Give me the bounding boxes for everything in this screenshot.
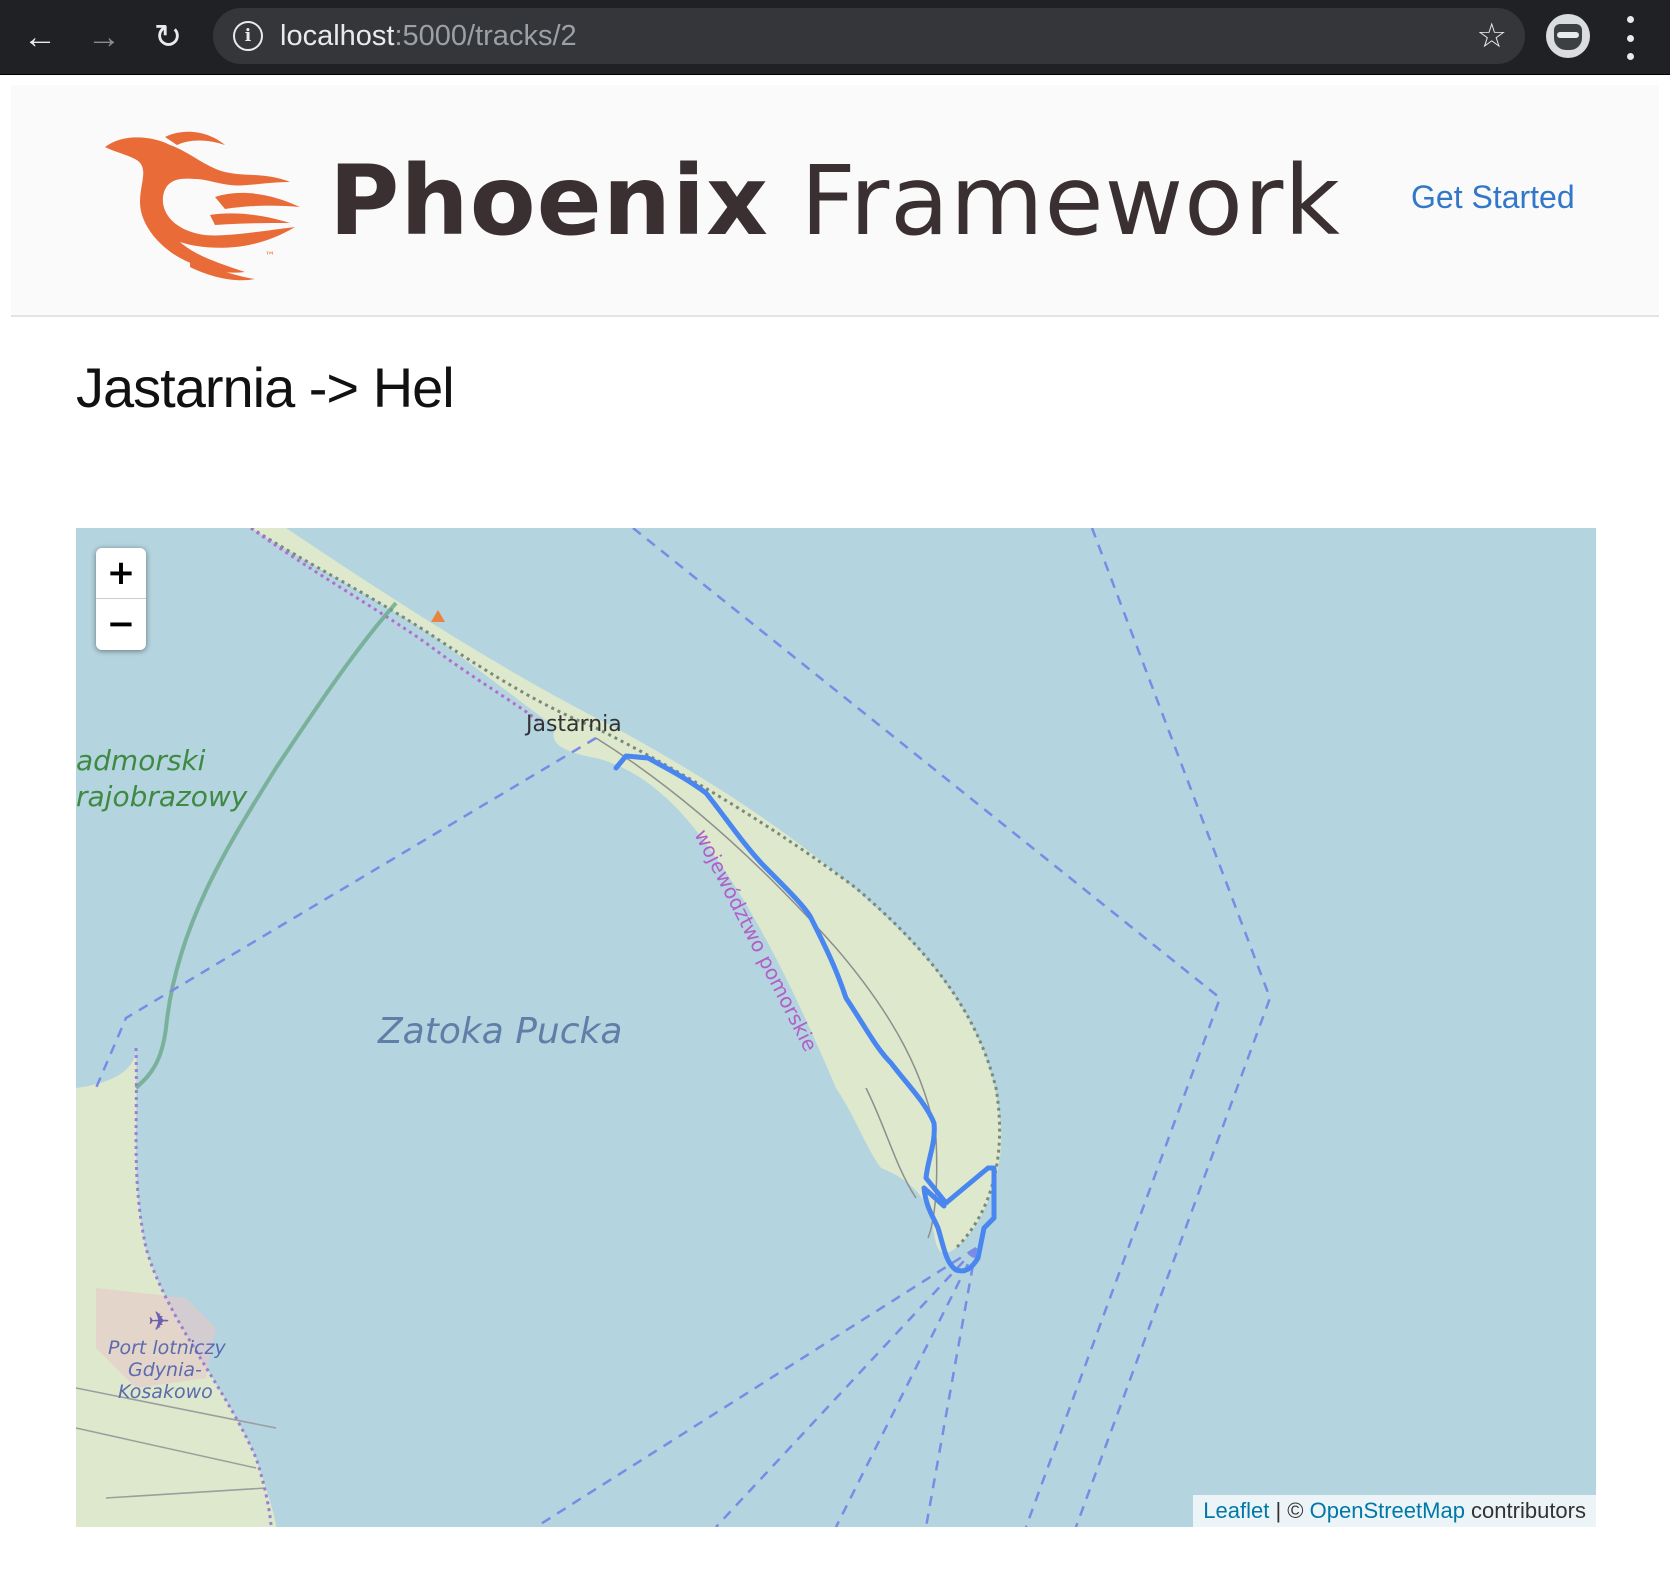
- svg-text:™: ™: [265, 251, 275, 262]
- label-jastarnia: Jastarnia: [524, 712, 622, 737]
- kebab-menu-icon[interactable]: [1620, 16, 1640, 60]
- zoom-out-button[interactable]: −: [96, 599, 146, 649]
- info-icon[interactable]: i: [233, 21, 263, 51]
- browser-toolbar: ← → ↻ i localhost:5000/tracks/2 ☆: [0, 0, 1670, 75]
- attribution-contributors: contributors: [1464, 1498, 1586, 1523]
- avatar-eyes: [1557, 32, 1579, 38]
- leaflet-link[interactable]: Leaflet: [1203, 1498, 1269, 1523]
- zoom-in-button[interactable]: +: [96, 548, 146, 599]
- zoom-control: + −: [96, 548, 146, 650]
- openstreetmap-link[interactable]: OpenStreetMap: [1310, 1498, 1465, 1523]
- reload-icon[interactable]: ↻: [142, 12, 194, 62]
- map-container[interactable]: Jastarnia Zatoka Pucka admorski rajobraz…: [76, 528, 1596, 1527]
- label-park-2: rajobrazowy: [76, 780, 248, 813]
- site-header: ™ Phoenix Framework Get Started: [11, 85, 1659, 317]
- label-airport-1: Port lotniczy: [108, 1337, 226, 1359]
- label-zatoka-pucka: Zatoka Pucka: [377, 1011, 622, 1052]
- phoenix-logo[interactable]: ™ Phoenix Framework: [95, 127, 1340, 287]
- page-title: Jastarnia -> Hel: [76, 356, 455, 419]
- arrow-right-icon[interactable]: →: [78, 12, 130, 62]
- label-airport-2: Gdynia-: [128, 1359, 202, 1381]
- arrow-left-icon[interactable]: ←: [14, 12, 66, 62]
- attribution-separator: | ©: [1269, 1498, 1310, 1523]
- map-attribution: Leaflet | © OpenStreetMap contributors: [1193, 1495, 1596, 1527]
- logo-wordmark: Phoenix Framework: [329, 145, 1341, 257]
- label-airport-3: Kosakowo: [118, 1381, 213, 1403]
- address-bar[interactable]: i localhost:5000/tracks/2 ☆: [213, 8, 1525, 64]
- airport-icon: ✈: [148, 1307, 170, 1337]
- url-text[interactable]: localhost:5000/tracks/2: [280, 20, 577, 53]
- get-started-link[interactable]: Get Started: [1411, 179, 1575, 216]
- label-park-1: admorski: [76, 744, 206, 777]
- profile-avatar[interactable]: [1546, 14, 1590, 58]
- star-icon[interactable]: ☆: [1477, 16, 1507, 56]
- phoenix-bird-icon: ™: [105, 131, 300, 281]
- map-tiles[interactable]: Jastarnia Zatoka Pucka admorski rajobraz…: [76, 528, 1596, 1527]
